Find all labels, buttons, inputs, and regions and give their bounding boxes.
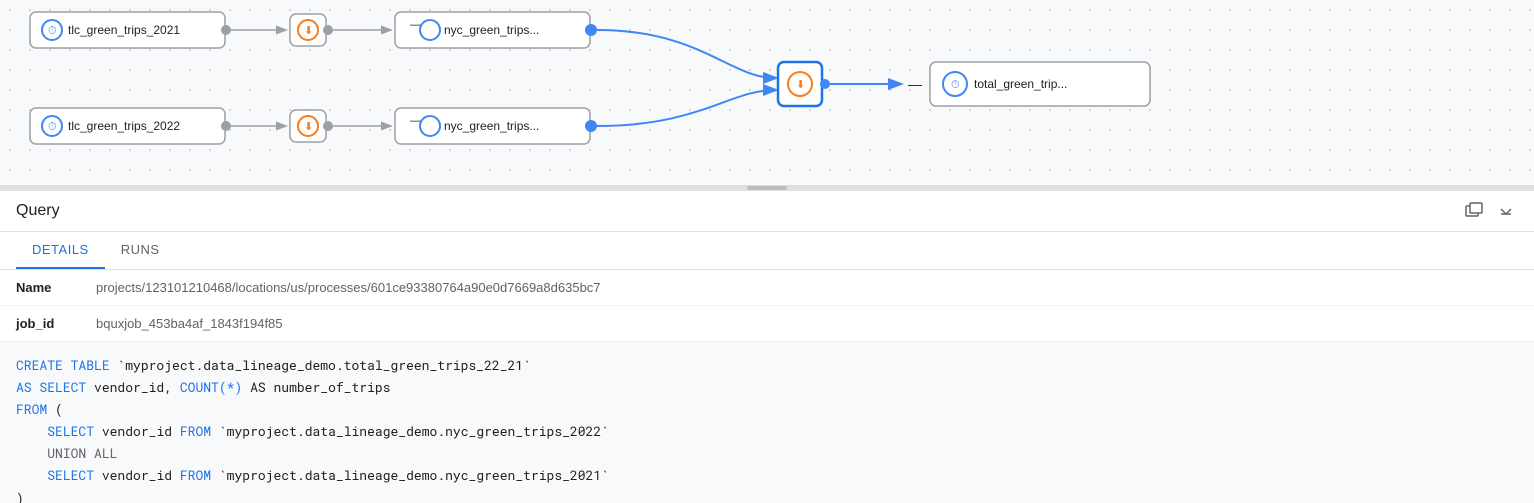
expand-icon[interactable] <box>1462 199 1486 223</box>
node-label-nyc2022: nyc_green_trips... <box>444 119 539 133</box>
kw-create: CREATE TABLE <box>16 356 110 374</box>
jobid-value: bquxjob_453ba4af_1843f194f85 <box>96 316 283 331</box>
svg-text:⬇: ⬇ <box>796 79 805 91</box>
svg-text:⬇: ⬇ <box>304 121 313 133</box>
node-label-tlc2021: tlc_green_trips_2021 <box>68 23 180 37</box>
details-table: Name projects/123101210468/locations/us/… <box>0 270 1534 342</box>
detail-row-name: Name projects/123101210468/locations/us/… <box>0 270 1534 306</box>
kw-from: FROM <box>16 400 47 418</box>
code-line-6: SELECT vendor_id FROM `myproject.data_li… <box>16 464 1518 486</box>
divider-handle <box>747 186 787 190</box>
code-line-2: AS SELECT vendor_id, COUNT(*) AS number_… <box>16 376 1518 398</box>
tab-runs[interactable]: RUNS <box>105 232 176 269</box>
tabs: DETAILS RUNS <box>0 232 1534 270</box>
svg-text:⬇: ⬇ <box>304 25 313 37</box>
detail-row-jobid: job_id bquxjob_453ba4af_1843f194f85 <box>0 306 1534 342</box>
node-label-tlc2022: tlc_green_trips_2022 <box>68 119 180 133</box>
code-table-name: `myproject.data_lineage_demo.total_green… <box>110 356 531 374</box>
code-line-1: CREATE TABLE `myproject.data_lineage_dem… <box>16 354 1518 376</box>
code-area: CREATE TABLE `myproject.data_lineage_dem… <box>0 342 1534 503</box>
node-label-total: total_green_trip... <box>974 77 1067 91</box>
panel-title: Query <box>16 202 60 220</box>
code-line-3: FROM ( <box>16 398 1518 420</box>
panel-actions <box>1462 199 1518 223</box>
svg-text:—: — <box>908 76 922 92</box>
svg-text:⏱: ⏱ <box>951 79 960 91</box>
svg-text:⏱: ⏱ <box>48 121 57 133</box>
code-line-4: SELECT vendor_id FROM `myproject.data_li… <box>16 420 1518 442</box>
bottom-panel: Query DETAILS RUNS Name projects/1231 <box>0 191 1534 503</box>
code-line-5: UNION ALL <box>16 442 1518 464</box>
node-label-nyc2021: nyc_green_trips... <box>444 23 539 37</box>
svg-text:⏱: ⏱ <box>48 25 57 37</box>
name-value: projects/123101210468/locations/us/proce… <box>96 280 601 295</box>
pipeline-canvas: ⏱ tlc_green_trips_2021 ⬇ — nyc_green_tri… <box>0 0 1534 185</box>
name-label: Name <box>16 280 96 295</box>
kw-as-select: AS SELECT <box>16 378 86 396</box>
panel-header: Query <box>0 191 1534 232</box>
jobid-label: job_id <box>16 316 96 331</box>
collapse-icon[interactable] <box>1494 199 1518 223</box>
tab-details[interactable]: DETAILS <box>16 232 105 269</box>
code-line-7: ) <box>16 487 1518 503</box>
